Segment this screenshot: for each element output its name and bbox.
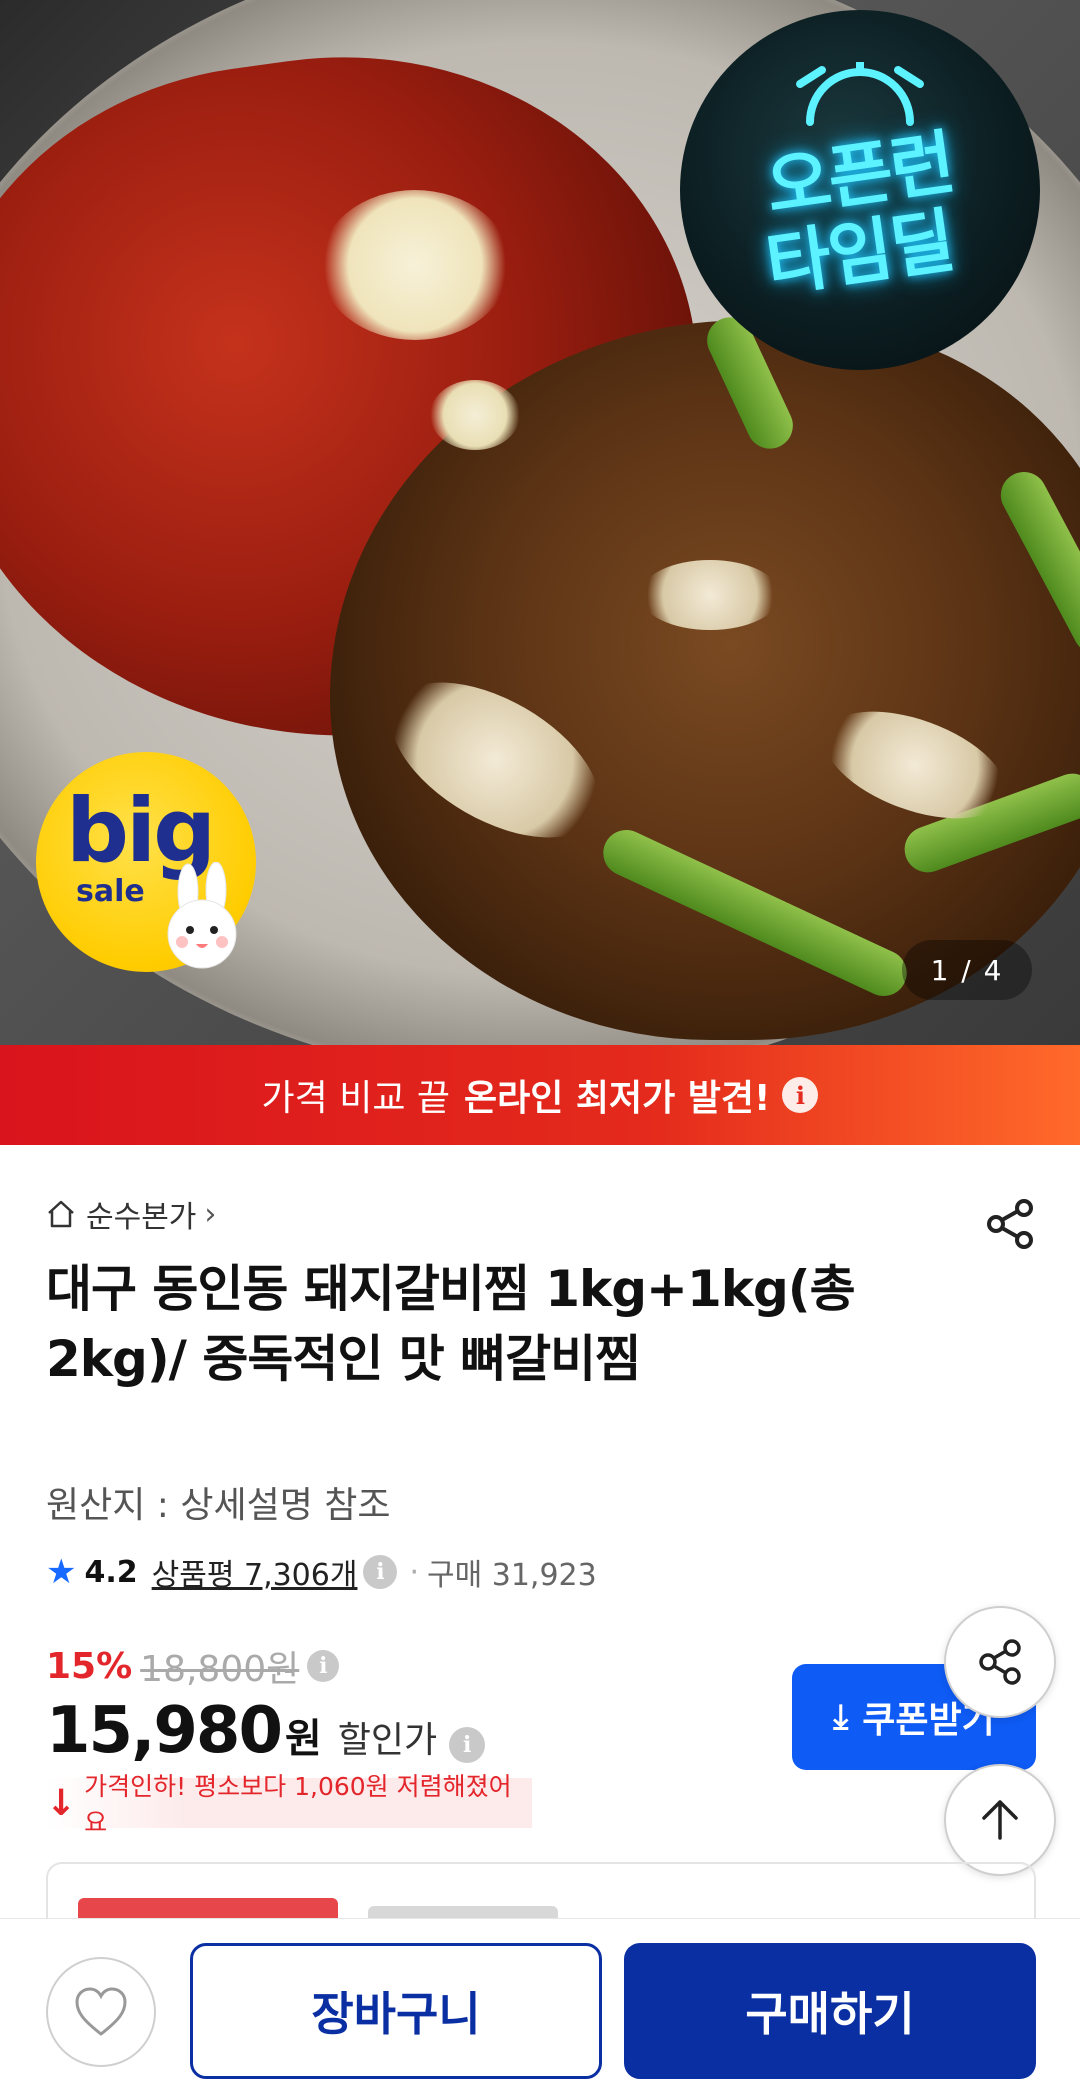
image-counter: 1 / 4 [902, 940, 1032, 1000]
wishlist-button[interactable] [46, 1957, 156, 2067]
add-to-cart-button[interactable]: 장바구니 [190, 1943, 602, 2079]
timedeal-badge: 오픈런 타임딜 [680, 10, 1040, 370]
purchase-count: 구매 31,923 [427, 1558, 597, 1593]
alarm-clock-icon [796, 62, 924, 126]
rabbit-icon [167, 862, 237, 969]
banner-text: 가격 비교 끝 [261, 1078, 451, 1119]
info-icon[interactable]: i [307, 1650, 340, 1682]
big-sale-badge: big sale [36, 752, 256, 972]
price-label: 할인가 [337, 1720, 438, 1761]
heart-icon [75, 1987, 127, 2036]
original-price: 18,800원 [140, 1649, 300, 1690]
arrow-up-icon [982, 1800, 1018, 1840]
sale-price-row: 15,980 원 할인가 i [46, 1694, 486, 1768]
home-icon [48, 1200, 74, 1228]
bottom-action-bar: 장바구니 구매하기 [0, 1918, 1080, 2100]
price-drop-text: 가격인하! 평소보다 1,060원 저렴해졌어요 [84, 1772, 512, 1837]
separator-dot: · [409, 1554, 420, 1590]
rating-row: ★ 4.2 상품평 7,306개 i · 구매 31,923 [46, 1550, 597, 1594]
discount-row: 15% 18,800원 i [46, 1640, 340, 1692]
onion-garnish [640, 560, 780, 630]
garlic-garnish-small [430, 380, 520, 450]
store-link[interactable]: 순수본가 › [46, 1192, 216, 1236]
sale-price: 15,980 [46, 1694, 283, 1768]
floating-share-button[interactable] [944, 1606, 1056, 1718]
share-icon[interactable] [982, 1196, 1038, 1252]
sale-text: sale [76, 874, 145, 909]
share-icon [979, 1639, 1021, 1685]
download-icon: ⤓ [833, 1697, 849, 1737]
discount-percent: 15% [46, 1645, 133, 1687]
lowest-price-banner[interactable]: 가격 비교 끝 온라인 최저가 발견! i [0, 1045, 1080, 1145]
price-drop-notice: ↓ 가격인하! 평소보다 1,060원 저렴해졌어요 [46, 1772, 532, 1837]
banner-highlight: 온라인 최저가 발견! [464, 1078, 771, 1119]
review-count-link[interactable]: 상품평 7,306개 [152, 1550, 358, 1594]
info-icon[interactable]: i [782, 1077, 819, 1113]
product-hero-image[interactable]: 오픈런 타임딜 big sale 1 / 4 [0, 0, 1080, 1045]
star-icon: ★ [46, 1552, 77, 1592]
product-origin: 원산지 : 상세설명 참조 [46, 1485, 391, 1526]
buy-now-button[interactable]: 구매하기 [624, 1943, 1036, 2079]
rating-score: 4.2 [84, 1554, 138, 1590]
price-unit: 원 [284, 1716, 322, 1762]
garlic-garnish [320, 190, 510, 340]
info-icon[interactable]: i [363, 1555, 398, 1589]
store-name: 순수본가 [86, 1200, 197, 1235]
product-title: 대구 동인동 돼지갈비찜 1kg+1kg(총2kg)/ 중독적인 맛 뼈갈비찜 [46, 1260, 856, 1388]
info-icon[interactable]: i [449, 1727, 486, 1763]
arrow-down-icon: ↓ [46, 1782, 77, 1824]
chevron-right-icon: › [204, 1196, 217, 1232]
scroll-top-button[interactable] [944, 1764, 1056, 1876]
